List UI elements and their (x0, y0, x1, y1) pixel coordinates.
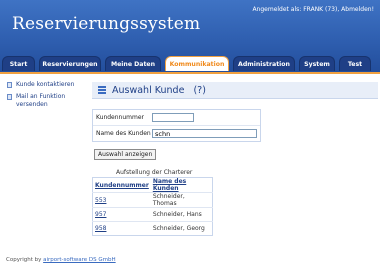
document-icon (7, 82, 12, 88)
sidebar-item-label: Kunde kontaktieren (16, 81, 75, 88)
app-title: Reservierungssystem (12, 14, 201, 34)
search-form: Kundennummer Name des Kunden (92, 109, 261, 142)
footer: Copyright by airport-software DS GmbH (6, 257, 116, 263)
kundennummer-link[interactable]: 553 (95, 197, 106, 204)
form-row-name: Name des Kunden (93, 126, 260, 141)
logout-link[interactable]: Abmelden! (341, 6, 374, 13)
main-nav: Start Reservierungen Meine Daten Kommuni… (0, 56, 380, 72)
kundennummer-label: Kundennummer (96, 114, 144, 121)
kundennummer-input[interactable] (152, 113, 194, 122)
table-header-row: Kundennummer Name des Kunden (93, 178, 213, 193)
tab-start[interactable]: Start (2, 56, 35, 71)
column-header-name[interactable]: Name des Kunden (151, 178, 213, 193)
form-row-kundennummer: Kundennummer (93, 110, 260, 126)
login-status: Angemeldet als: FRANK (73), Abmelden! (252, 6, 374, 13)
tab-meine-daten[interactable]: Meine Daten (105, 56, 161, 71)
kundennummer-link[interactable]: 958 (95, 225, 106, 232)
sidebar: Kunde kontaktieren Mail an Funktion vers… (5, 81, 83, 113)
results-table: Kundennummer Name des Kunden 553 Schneid… (92, 177, 213, 236)
list-icon (98, 85, 106, 95)
footer-copyright: Copyright by (6, 257, 42, 263)
tab-kommunikation[interactable]: Kommunikation (165, 56, 229, 71)
tab-test[interactable]: Test (339, 56, 371, 71)
kunde-name: Schneider, Georg (150, 221, 213, 236)
page-title: Auswahl Kunde (?) (112, 84, 206, 96)
kunde-name: Schneider, Hans (150, 207, 213, 222)
tab-administration[interactable]: Administration (233, 56, 295, 71)
tab-reservierungen[interactable]: Reservierungen (39, 56, 101, 71)
footer-company-link[interactable]: airport-software DS GmbH (43, 257, 116, 263)
table-row: 957 Schneider, Hans (92, 207, 213, 222)
sidebar-item-label: Mail an Funktion versenden (16, 93, 66, 108)
table-row: 553 Schneider, Thomas (92, 192, 213, 208)
name-label: Name des Kunden (96, 130, 151, 137)
sidebar-item-kunde-kontaktieren[interactable]: Kunde kontaktieren (5, 81, 83, 89)
kunde-name: Schneider, Thomas (150, 192, 213, 208)
results-caption: Aufstellung der Charterer (116, 169, 193, 176)
tab-system[interactable]: System (299, 56, 335, 71)
page-title-bar: Auswahl Kunde (?) (92, 82, 378, 99)
table-row: 958 Schneider, Georg (92, 221, 213, 236)
sidebar-item-mail-an-funktion[interactable]: Mail an Funktion versenden (5, 93, 83, 109)
name-input[interactable] (152, 129, 257, 138)
kundennummer-link[interactable]: 957 (95, 211, 106, 218)
login-text: Angemeldet als: FRANK (73), (252, 6, 340, 13)
column-header-kundennummer[interactable]: Kundennummer (93, 178, 151, 193)
document-icon (7, 94, 12, 100)
auswahl-anzeigen-button[interactable]: Auswahl anzeigen (94, 149, 157, 160)
